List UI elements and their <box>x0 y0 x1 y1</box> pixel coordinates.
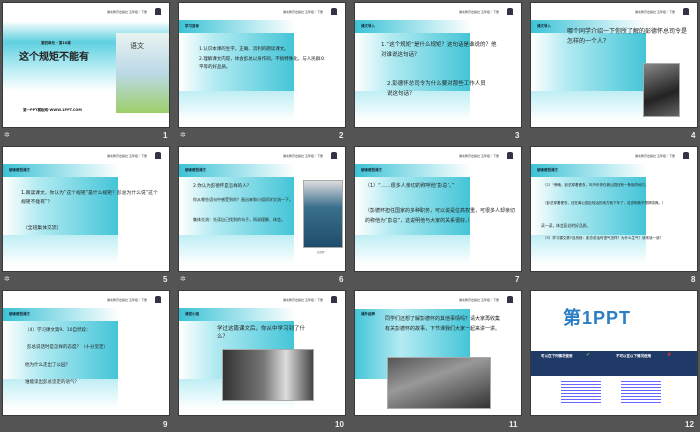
logo-icon <box>507 152 513 159</box>
slide-text: 他为什么走出了公园？ <box>25 363 70 368</box>
slide-text: 哪个同学介绍一下你所了解的彭德怀总司令是怎样的一个人？ <box>567 28 688 46</box>
slide-title: 这个规矩不能有 <box>19 52 89 63</box>
slide-thumbnail-6[interactable]: 湖北教育出版社 五年级｜下册 细读感悟课文 2.你认为彭德怀是怎样的人？ 你从哪… <box>178 146 346 272</box>
slide-number: 10 <box>335 420 344 429</box>
slide-number: 11 <box>509 420 518 429</box>
slide-number: 9 <box>163 420 168 429</box>
slide-text: 1.“这个规矩”是什么规矩？这句话是谁说的？他对谁说这句话？ <box>381 42 497 58</box>
slide-text: 彭总说话时是怎样的态度？（十分坚定） <box>27 345 108 350</box>
slide-number: 6 <box>339 275 344 284</box>
logo-icon <box>507 8 513 15</box>
slide-text: （全班集体交流） <box>23 226 62 231</box>
slide-header: 湖北教育出版社 五年级｜下册 <box>459 154 499 158</box>
slide-thumbnail-7[interactable]: 湖北教育出版社 五年级｜下册 细读感悟课文 （1）“……很多人亲切的称呼他‘彭总… <box>354 146 522 272</box>
transition-icon[interactable]: ✲ <box>4 275 10 283</box>
slide-text: （1）“……很多人亲切的称呼他‘彭总’。” <box>365 183 455 189</box>
slide-text: 1.认识本课的生字，正确、流利的朗读课文。 <box>199 47 289 52</box>
portrait-photo <box>303 180 343 248</box>
slide-header: 湖北教育出版社 五年级｜下册 <box>459 10 499 14</box>
transition-icon[interactable]: ✲ <box>180 131 186 139</box>
section-label: 课文导入 <box>361 24 375 28</box>
logo-icon <box>331 296 337 303</box>
slide-footer: 第一PPT模板网-WWW.1PPT.COM <box>23 108 82 112</box>
slide-header: 湖北教育出版社 五年级｜下册 <box>107 10 147 14</box>
slide-text: 1.再读课文，你认为“这个规矩”是什么规矩？彭总为什么说“这个规矩不能有”？ <box>21 191 158 205</box>
transition-icon[interactable]: ✲ <box>180 275 186 283</box>
slide-thumbnail-12[interactable]: 第1PPT 可以在下列情况使用 ✔ 不可以在以下情况使用 ✘ <box>530 290 698 416</box>
section-label: 细读感悟课文 <box>185 168 206 172</box>
slide-subtitle: 第四单元 · 第10课 <box>41 41 71 45</box>
slide-number: 12 <box>685 420 694 429</box>
slide-thumbnail-10[interactable]: 湖北教育出版社 五年级｜下册 课堂小结 学过这篇课文后，你从中学习到了什么？ <box>178 290 346 416</box>
slide-number: 2 <box>339 131 344 140</box>
section-label: 细读感悟课文 <box>9 168 30 172</box>
logo-icon <box>507 296 513 303</box>
slide-text: （4）学习课文第9、10自然段： <box>25 328 91 333</box>
slide-thumbnail-2[interactable]: 湖北教育出版社 五年级｜下册 学习目标 1.认识本课的生字，正确、流利的朗读课文… <box>178 2 346 128</box>
slide-header: 湖北教育出版社 五年级｜下册 <box>107 298 147 302</box>
portrait-photo <box>643 63 680 117</box>
slide-text: 学过这篇课文后，你从中学习到了什么？ <box>217 326 306 341</box>
slide-text: 读一读，体会彭总的好品质。 <box>541 223 591 228</box>
slide-text: （彭德怀担任国家的多种职务，可以说是位高权重，可很多人却亲切的称他为“彭总”，这… <box>365 208 516 224</box>
slide-header: 湖北教育出版社 五年级｜下册 <box>107 154 147 158</box>
section-label: 细读感悟课文 <box>537 168 558 172</box>
slide-number: 7 <box>515 275 520 284</box>
logo-icon <box>155 152 161 159</box>
usage-cannot-label: 不可以在以下情况使用 <box>616 354 651 358</box>
section-label: 课堂小结 <box>185 312 199 316</box>
check-icon: ✔ <box>586 352 591 358</box>
slide-thumbnail-8[interactable]: 湖北教育出版社 五年级｜下册 细读感悟课文 （2）“傍晚，彭总穿着便衣，叫汽车停… <box>530 146 698 272</box>
slide-thumbnail-1[interactable]: 湖北教育出版社 五年级｜下册 第四单元 · 第10课 这个规矩不能有 语文 第一… <box>2 2 170 128</box>
cross-icon: ✘ <box>667 352 672 358</box>
section-label: 课文导入 <box>537 24 551 28</box>
slide-text: 同学们还想了解彭德怀的其他事情吗？请大家再收集有关彭德怀的故事，下节课我们大家一… <box>385 316 501 332</box>
section-label: 细读感悟课文 <box>361 168 382 172</box>
slide-header: 湖北教育出版社 五年级｜下册 <box>459 298 499 302</box>
brand-logo: 第1PPT <box>563 308 632 328</box>
slide-text: 集体交流：先读自己找到的句子，再说理解、体会。 <box>193 217 285 222</box>
section-label: 细读感悟课文 <box>9 312 30 316</box>
statue-photo <box>387 357 491 409</box>
link-list[interactable] <box>561 381 601 405</box>
logo-icon <box>331 8 337 15</box>
slide-header: 湖北教育出版社 五年级｜下册 <box>635 10 675 14</box>
slide-header: 湖北教育出版社 五年级｜下册 <box>283 154 323 158</box>
slide-text: 谁能读出彭总坚定的语气？ <box>25 380 79 385</box>
slide-number: 8 <box>691 275 696 284</box>
slide-text: （2）“傍晚，彭总穿着便衣，叫汽车停在离公园还有一条街的地方。 <box>543 183 649 187</box>
textbook-cover-image: 语文 <box>116 33 169 113</box>
slide-text: 2.彭德怀总司令为什么要对那些工作人员说这句话？ <box>387 81 486 97</box>
logo-icon <box>155 296 161 303</box>
slide-text: （3）学习课文第7自然段：彭总说话时语气怎样？为什么生气？请来读一读？ <box>543 236 663 240</box>
slide-text: 2.理解课文内容，体会彭总以身作则，不搞特殊化，与人民群众平等的好品质。 <box>199 57 325 71</box>
slide-number: 4 <box>691 131 696 140</box>
slide-thumbnail-9[interactable]: 湖北教育出版社 五年级｜下册 细读感悟课文 （4）学习课文第9、10自然段： 彭… <box>2 290 170 416</box>
slide-thumbnail-4[interactable]: 湖北教育出版社 五年级｜下册 课文导入 哪个同学介绍一下你所了解的彭德怀总司令是… <box>530 2 698 128</box>
transition-icon[interactable]: ✲ <box>4 131 10 139</box>
logo-icon <box>683 152 689 159</box>
slide-header: 湖北教育出版社 五年级｜下册 <box>635 154 675 158</box>
section-label: 课外延伸 <box>361 312 375 316</box>
link-list[interactable] <box>621 381 661 405</box>
usage-can-label: 可以在下列情况使用 <box>541 354 573 358</box>
logo-icon <box>155 8 161 15</box>
slide-header: 湖北教育出版社 五年级｜下册 <box>283 298 323 302</box>
logo-icon <box>331 152 337 159</box>
slide-number: 5 <box>163 275 168 284</box>
usage-banner: 可以在下列情况使用 ✔ 不可以在以下情况使用 ✘ <box>531 351 697 376</box>
photo-caption: 彭德怀 <box>317 251 325 254</box>
slide-thumbnail-11[interactable]: 湖北教育出版社 五年级｜下册 课外延伸 同学们还想了解彭德怀的其他事情吗？请大家… <box>354 290 522 416</box>
slide-thumbnail-5[interactable]: 湖北教育出版社 五年级｜下册 细读感悟课文 1.再读课文，你认为“这个规矩”是什… <box>2 146 170 272</box>
slide-header: 湖北教育出版社 五年级｜下册 <box>283 10 323 14</box>
slide-text: （彭总穿着便衣，还在离公园比较远的地方就下车了，这说明他不想搞特殊。） <box>543 201 666 205</box>
section-label: 学习目标 <box>185 24 199 28</box>
couple-photo <box>222 349 314 401</box>
logo-icon <box>683 8 689 15</box>
slide-number: 3 <box>515 131 520 140</box>
slide-text: 你从哪些语句中感受到的？画出来和小组同学交流一下。 <box>193 197 293 202</box>
slide-text: 2.你认为彭德怀是怎样的人？ <box>193 184 252 189</box>
slide-thumbnail-3[interactable]: 湖北教育出版社 五年级｜下册 课文导入 1.“这个规矩”是什么规矩？这句话是谁说… <box>354 2 522 128</box>
slide-number: 1 <box>163 131 168 140</box>
